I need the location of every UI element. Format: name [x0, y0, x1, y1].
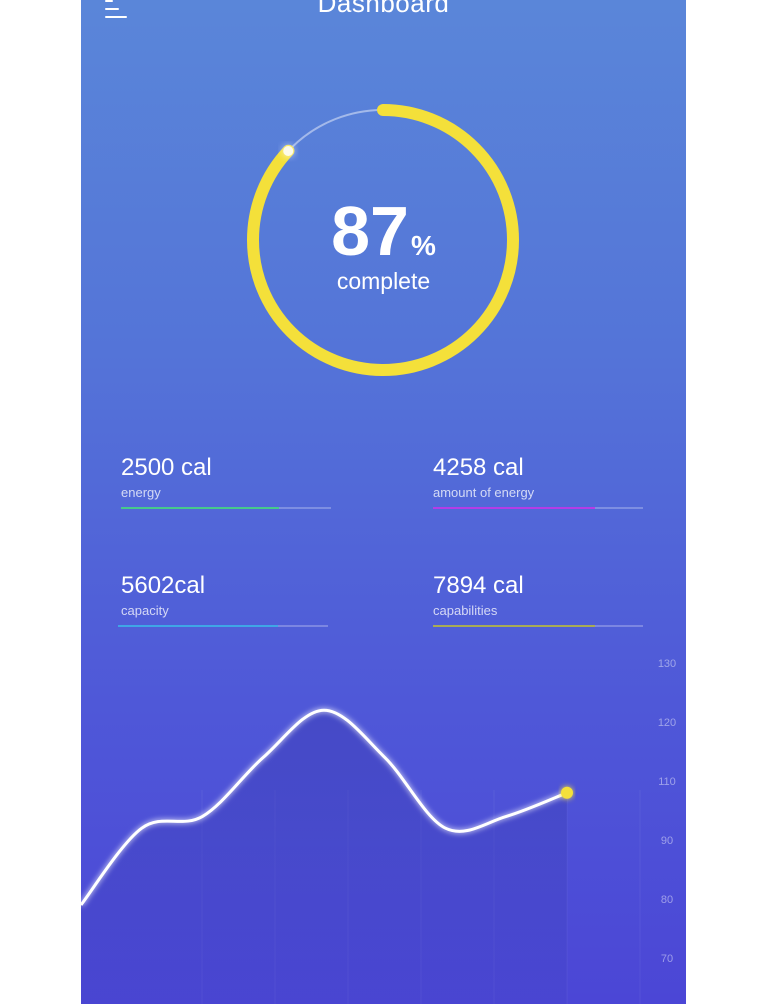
stat-capabilities: 7894 cal capabilities — [433, 572, 647, 619]
stat-capacity: 5602cal capacity — [121, 572, 335, 619]
dashboard-screen: Dashboard 87% complete 2500 cal energy 4… — [81, 0, 686, 1004]
stat-value: 4258 cal — [433, 454, 524, 481]
stat-bar-fill — [433, 625, 595, 627]
stat-value: 5602cal — [121, 572, 206, 599]
stat-amount-of-energy: 4258 cal amount of energy — [433, 454, 647, 501]
stat-bar-capabilities — [433, 625, 643, 627]
stat-label: capacity — [121, 603, 169, 618]
stat-bar-fill — [118, 625, 278, 627]
stat-value: 7894 cal — [433, 572, 524, 599]
chart-y-tick-label: 70 — [661, 953, 673, 965]
stat-label: capabilities — [433, 603, 498, 618]
progress-percentage: 87% — [81, 196, 686, 266]
chart-y-tick-label: 130 — [658, 658, 676, 670]
chart-y-tick-label: 80 — [661, 894, 673, 906]
stat-energy: 2500 cal energy — [121, 454, 335, 501]
stat-value: 2500 cal — [121, 454, 212, 481]
stat-bar-fill — [433, 507, 595, 509]
progress-value: 87 — [331, 192, 409, 270]
stat-bar-energy — [121, 507, 331, 509]
chart-area — [81, 710, 567, 1004]
chart-y-tick-label: 120 — [658, 717, 676, 729]
chart-end-marker — [561, 786, 573, 799]
progress-unit: % — [410, 230, 436, 261]
line-chart: 130 120 110 90 80 70 — [81, 658, 676, 1004]
progress-ring-start-dot — [283, 146, 294, 157]
stat-bar-amount-of-energy — [433, 507, 643, 509]
stat-bar-capacity — [118, 625, 328, 627]
progress-label: complete — [336, 268, 431, 294]
stat-bar-fill — [121, 507, 279, 509]
stat-label: amount of energy — [433, 485, 535, 500]
chart-y-tick-label: 110 — [658, 776, 676, 788]
stat-label: energy — [121, 485, 161, 500]
chart-y-tick-label: 90 — [661, 835, 673, 847]
